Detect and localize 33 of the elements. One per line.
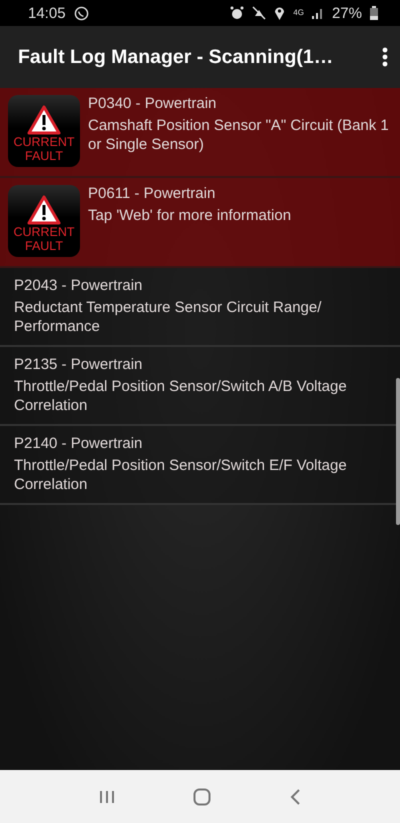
badge-text: FAULT	[25, 149, 63, 163]
home-icon[interactable]	[193, 788, 211, 806]
fault-code: P2135 - Powertrain	[14, 356, 144, 373]
badge-text: FAULT	[25, 239, 63, 253]
fault-code: P0611 - Powertrain	[88, 185, 216, 202]
battery-percent: 27%	[332, 4, 362, 22]
fault-description: Throttle/Pedal Position Sensor/Switch E/F Voltage Correlation	[14, 456, 348, 494]
more-icon[interactable]	[382, 47, 388, 67]
fault-code: P2140 - Powertrain	[14, 435, 144, 452]
recent-apps-icon[interactable]	[99, 788, 115, 804]
clock: 14:05	[28, 4, 66, 22]
warning-icon	[27, 105, 61, 135]
app-title: Fault Log Manager - Scanning(1…	[18, 46, 334, 68]
badge-text: CURRENT	[13, 225, 75, 239]
alarm-icon	[230, 6, 244, 20]
fault-description: Camshaft Position Sensor "A" Circuit (Bank 1 or Single Sensor)	[88, 116, 390, 154]
signal-icon	[312, 7, 324, 19]
fault-description: Tap 'Web' for more information	[88, 206, 292, 225]
mute-icon	[252, 6, 266, 20]
badge-text: CURRENT	[13, 135, 75, 149]
fault-code: P0340 - Powertrain	[88, 95, 218, 112]
chat-icon	[74, 6, 89, 20]
network-label: 4G	[293, 9, 304, 17]
fault-row[interactable]: P2043 - Powertrain Reductant Temperature Sensor Circuit Range/ Performance	[0, 268, 400, 347]
fault-description: Reductant Temperature Sensor Circuit Range/ Performance	[14, 298, 322, 336]
location-icon	[274, 6, 286, 20]
fault-description: Throttle/Pedal Position Sensor/Switch A/B Voltage Correlation	[14, 377, 348, 415]
fault-code: P2043 - Powertrain	[14, 277, 144, 294]
warning-icon	[27, 195, 61, 225]
battery-icon	[370, 6, 378, 20]
fault-row[interactable]: CURRENT FAULT P0611 - Powertrain Tap 'Web' for more information	[0, 178, 400, 268]
fault-row[interactable]: CURRENT FAULT P0340 - Powertrain Camshaft Position Sensor "A" Circuit (Bank 1 or Single Sensor)	[0, 88, 400, 178]
back-icon[interactable]	[289, 788, 301, 806]
